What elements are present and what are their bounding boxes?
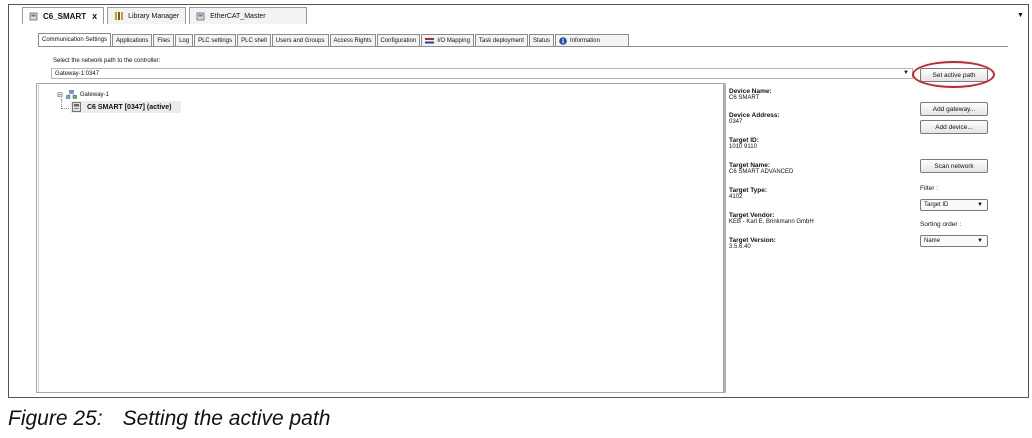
- chevron-down-icon[interactable]: ▼: [903, 70, 909, 76]
- figure-caption: Figure 25: Setting the active path: [8, 407, 330, 431]
- tab-plc-settings[interactable]: PLC settings: [194, 34, 237, 46]
- tab-label: Access Rights: [333, 37, 372, 44]
- info-value: 3.5.6.40: [729, 244, 751, 250]
- device-icon: [72, 102, 81, 112]
- gateway-icon: [65, 90, 77, 99]
- info-target-vendor: Target Vendor: KEB - Karl E. Brinkmann G…: [729, 212, 814, 226]
- sorting-select[interactable]: Name ▼: [920, 235, 988, 247]
- tab-divider: [38, 46, 1008, 47]
- tab-files[interactable]: Files: [153, 34, 175, 46]
- tab-label: Task deployment: [478, 37, 524, 44]
- tab-label: Applications: [116, 37, 149, 44]
- info-key: Target Vendor:: [729, 212, 775, 219]
- gateway-tree[interactable]: ⊟ Gateway-1 C6 SMART [0347] (active): [36, 83, 724, 393]
- chevron-down-icon[interactable]: ▼: [977, 202, 983, 208]
- info-target-id: Target ID: 1010 9110: [729, 137, 759, 151]
- tab-label: Status: [532, 37, 550, 44]
- add-device-button[interactable]: Add device...: [920, 120, 988, 134]
- add-gateway-button[interactable]: Add gateway...: [920, 102, 988, 116]
- info-target-type: Target Type: 4102: [729, 187, 767, 201]
- info-key: Device Name:: [729, 88, 772, 95]
- tab-label: Users and Groups: [275, 37, 325, 44]
- info-value: C6 SMART ADVANCED: [729, 169, 794, 175]
- path-value: Gateway-1:0347: [55, 70, 100, 77]
- device-icon: [196, 11, 206, 21]
- info-device-address: Device Address: 0347: [729, 112, 780, 126]
- tab-label: Files: [157, 37, 171, 44]
- info-value: KEB - Karl E. Brinkmann GmbH: [729, 219, 814, 225]
- tab-label: Configuration: [380, 37, 417, 44]
- filter-label: Filter :: [920, 185, 939, 192]
- tab-label: Communication Settings: [42, 37, 108, 43]
- tab-status[interactable]: Status: [528, 34, 554, 46]
- figure-title: Setting the active path: [122, 407, 331, 430]
- tab-label: PLC shell: [241, 37, 267, 44]
- editor-tab-c6-smart[interactable]: C6_SMART x: [22, 7, 105, 24]
- filter-select[interactable]: Target ID ▼: [920, 199, 988, 211]
- collapse-icon[interactable]: ⊟: [57, 91, 63, 99]
- info-icon: [559, 36, 567, 45]
- tab-task-deployment[interactable]: Task deployment: [474, 34, 528, 46]
- sorting-label: Sorting order :: [920, 221, 962, 228]
- tree-node-device[interactable]: C6 SMART [0347] (active): [70, 101, 182, 113]
- editor-tab-label: Library Manager: [128, 12, 180, 20]
- highlight-ellipse: [912, 61, 995, 88]
- chevron-down-icon[interactable]: ▼: [977, 238, 983, 244]
- tab-label: PLC settings: [198, 37, 233, 44]
- editor-tab-library-manager[interactable]: Library Manager: [107, 7, 187, 24]
- info-key: Target Type:: [729, 187, 768, 194]
- editor-tab-label: EtherCAT_Master: [210, 12, 266, 20]
- tab-configuration[interactable]: Configuration: [376, 34, 421, 46]
- tab-log[interactable]: Log: [175, 34, 194, 46]
- editor-tab-ethercat-master[interactable]: EtherCAT_Master: [189, 7, 307, 24]
- figure-number: Figure 25:: [8, 407, 103, 430]
- info-value: C6 SMART: [729, 95, 760, 101]
- tab-communication-settings[interactable]: Communication Settings: [38, 33, 112, 46]
- tree-node-gateway[interactable]: ⊟ Gateway-1: [57, 90, 109, 99]
- tab-label: Log: [179, 37, 190, 44]
- page-tab-bar: Communication Settings Applications File…: [38, 33, 630, 46]
- info-key: Device Address:: [729, 112, 780, 119]
- tree-border: [38, 85, 722, 392]
- device-label: C6 SMART [0347] (active): [87, 103, 172, 111]
- close-icon[interactable]: x: [92, 11, 97, 21]
- editor-tab-bar: C6_SMART x Library Manager EtherCAT_Mast…: [22, 7, 310, 24]
- info-target-name: Target Name: C6 SMART ADVANCED: [729, 162, 793, 176]
- info-target-version: Target Version: 3.5.6.40: [729, 237, 776, 251]
- scan-network-button[interactable]: Scan network: [920, 159, 988, 173]
- network-path-select[interactable]: Gateway-1:0347 ▼: [51, 68, 913, 79]
- info-value: 0347: [729, 119, 743, 125]
- device-icon: [29, 11, 39, 21]
- filter-value: Target ID: [924, 202, 949, 208]
- info-key: Target ID:: [729, 137, 759, 144]
- io-mapping-icon: [425, 37, 435, 44]
- library-icon: [114, 11, 124, 21]
- editor-tab-label: C6_SMART: [43, 11, 87, 21]
- device-info-pane: Device Name: C6 SMART Device Address: 03…: [724, 83, 905, 393]
- tab-list-dropdown-icon[interactable]: ▼: [1017, 12, 1024, 19]
- tab-io-mapping[interactable]: I/O Mapping: [421, 34, 474, 46]
- sorting-value: Name: [924, 238, 941, 244]
- tree-connector: [61, 108, 69, 109]
- info-key: Target Name:: [729, 162, 771, 169]
- info-device-name: Device Name: C6 SMART: [729, 88, 772, 102]
- info-value: 1010 9110: [729, 144, 757, 150]
- tab-label: Information: [569, 37, 600, 44]
- info-key: Target Version:: [729, 237, 776, 244]
- info-value: 4102: [729, 194, 743, 200]
- tab-plc-shell[interactable]: PLC shell: [237, 34, 271, 46]
- tab-applications[interactable]: Applications: [112, 34, 153, 46]
- tab-access-rights[interactable]: Access Rights: [329, 34, 376, 46]
- gateway-label: Gateway-1: [79, 91, 109, 98]
- tab-label: I/O Mapping: [437, 37, 470, 44]
- tab-information[interactable]: Information: [554, 34, 629, 46]
- tab-users-and-groups[interactable]: Users and Groups: [271, 34, 329, 46]
- path-label: Select the network path to the controlle…: [53, 58, 161, 64]
